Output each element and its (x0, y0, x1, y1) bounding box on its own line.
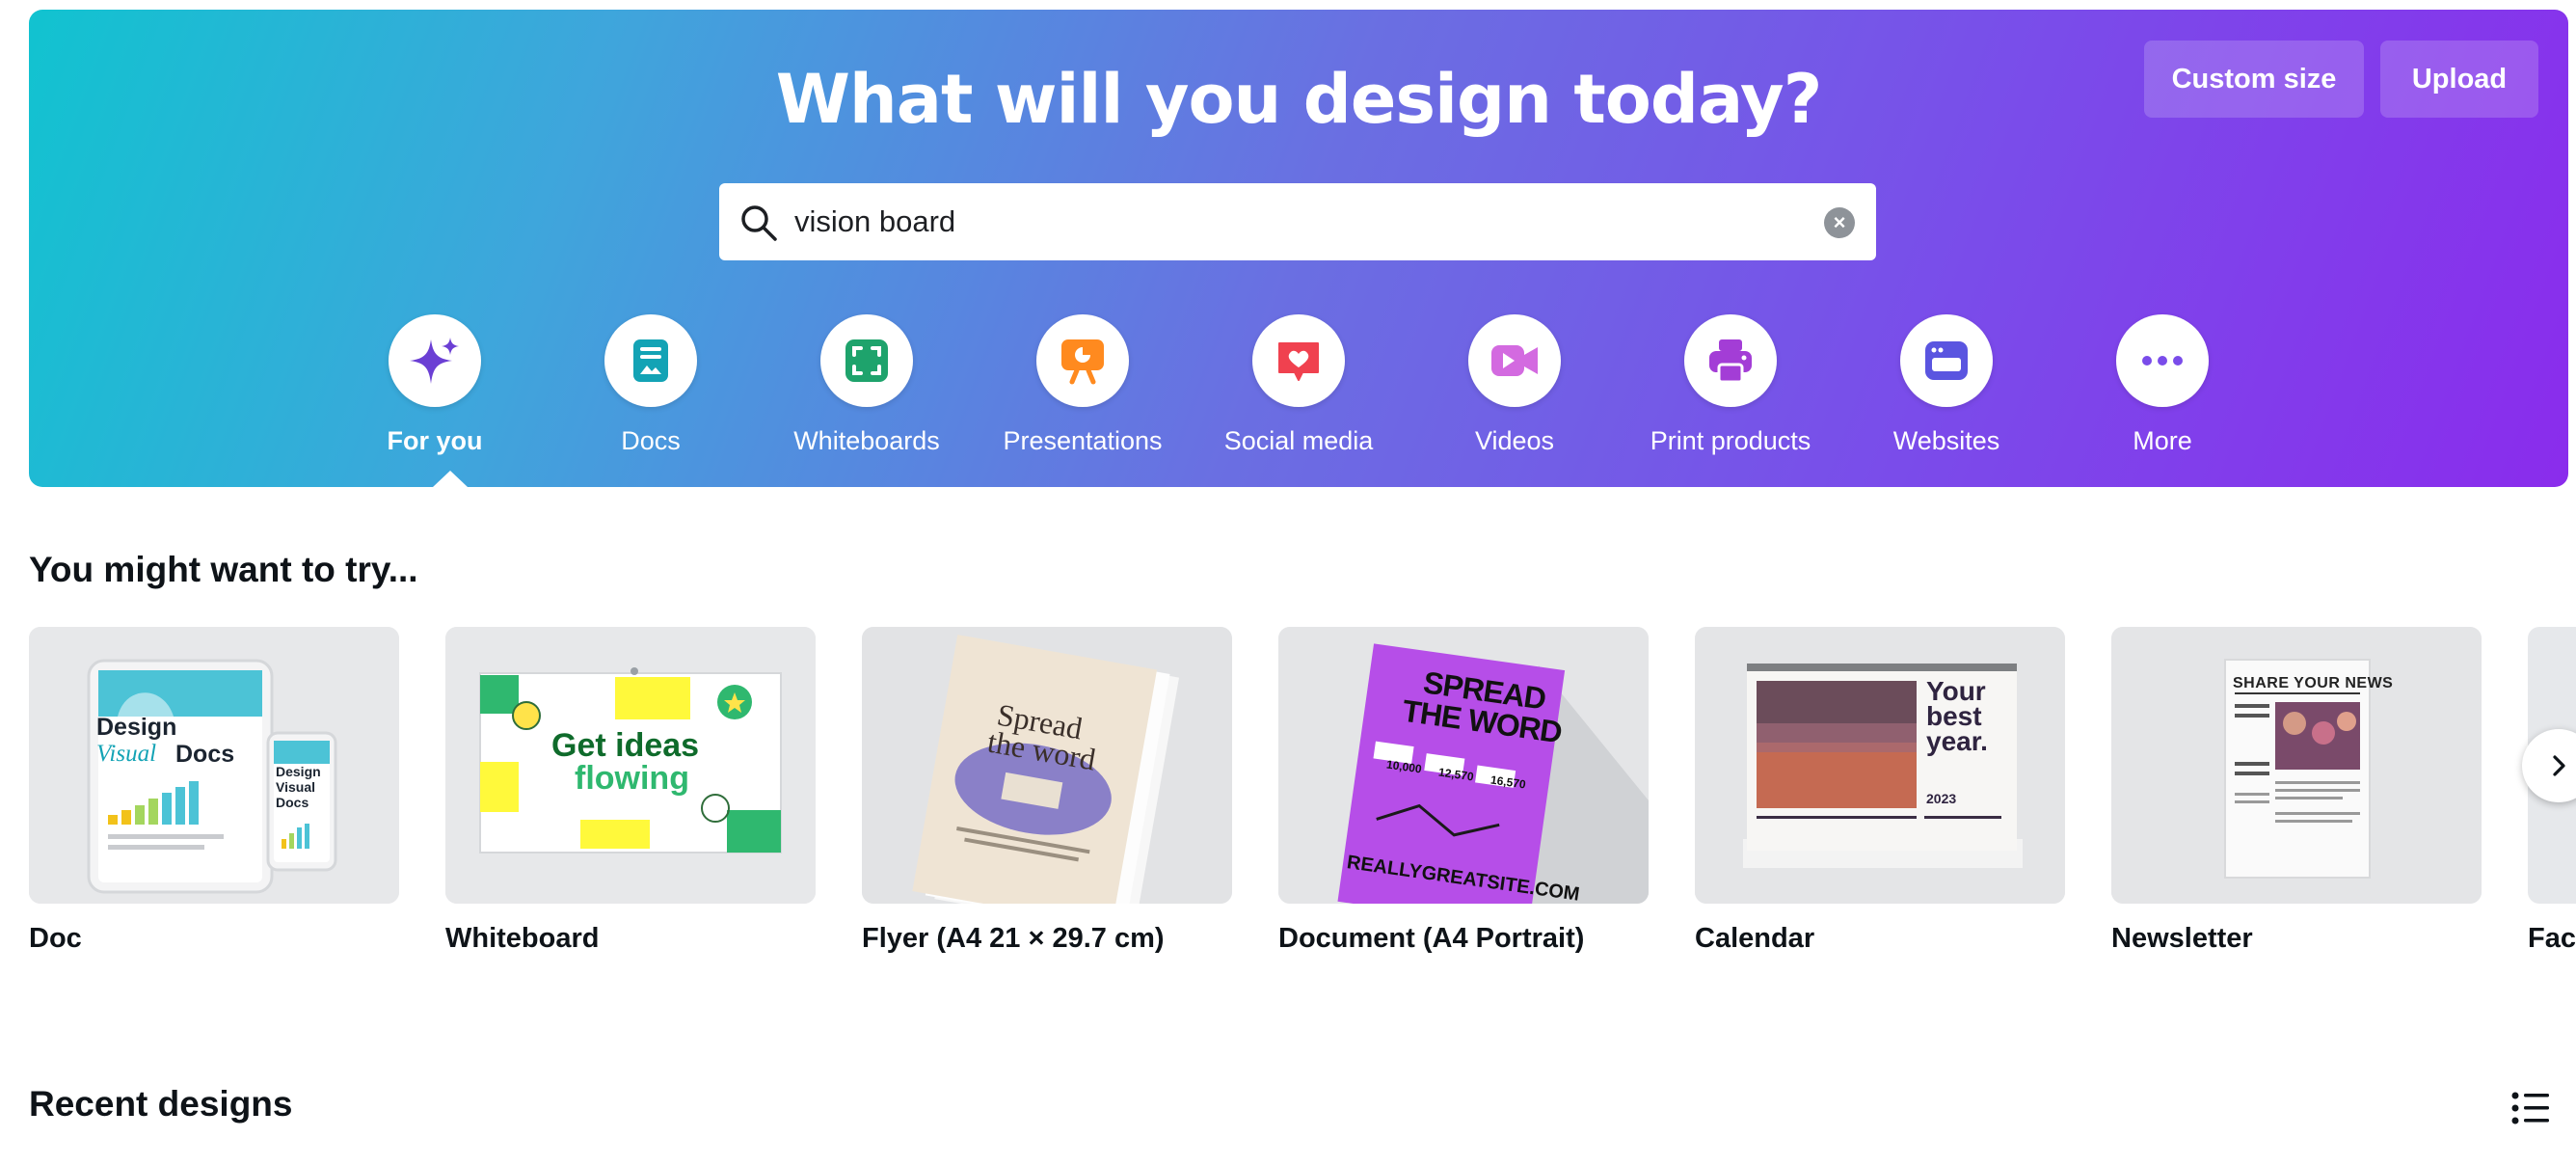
doc-icon (633, 339, 668, 382)
template-thumbnail[interactable]: Spread the word (862, 627, 1232, 904)
category-print-products[interactable]: Print products (1624, 314, 1837, 456)
template-card-newsletter[interactable]: SHARE YOUR NEWS Newsletter (2111, 627, 2482, 955)
template-thumbnail[interactable]: SPREAD THE WORD 10,000 12,570 16,570 REA… (1278, 627, 1649, 904)
try-section-title: You might want to try... (29, 550, 418, 589)
presentation-icon (1061, 339, 1104, 385)
thumb-text: Visual (276, 779, 315, 795)
thumb-text: Docs (175, 741, 235, 768)
category-label: Docs (621, 426, 681, 455)
category-videos[interactable]: Videos (1409, 314, 1621, 456)
template-name[interactable]: Flyer (A4 21 × 29.7 cm) (862, 923, 1232, 955)
template-name[interactable]: Calendar (1695, 923, 2065, 955)
thumb-text: Docs (276, 795, 309, 810)
search-icon (741, 205, 777, 241)
chevron-right-icon (2553, 755, 2565, 776)
clear-search-icon[interactable]: × (1824, 207, 1855, 238)
template-name[interactable]: Document (A4 Portrait) (1278, 923, 1649, 955)
calendar-preview-image (1695, 627, 2065, 904)
thumb-text: Design (276, 764, 321, 779)
category-label: Websites (1892, 426, 2000, 455)
template-thumbnail[interactable]: SHARE YOUR NEWS (2111, 627, 2482, 904)
thumb-text: SHARE YOUR NEWS (2233, 675, 2394, 691)
list-view-icon[interactable] (2510, 1090, 2551, 1126)
category-docs[interactable]: Docs (545, 314, 757, 456)
template-card-flyer[interactable]: Spread the word Flyer (A4 21 × 29.7 cm) (862, 627, 1232, 955)
template-name[interactable]: Fac (2528, 923, 2576, 955)
video-icon (1491, 345, 1538, 376)
search-input[interactable]: vision board (794, 183, 955, 260)
thumb-text: year. (1926, 726, 1988, 756)
hero-banner: What will you design today? Custom size … (29, 10, 2568, 487)
template-name[interactable]: Whiteboard (445, 923, 816, 955)
more-icon (2142, 356, 2183, 366)
template-card-document[interactable]: SPREAD THE WORD 10,000 12,570 16,570 REA… (1278, 627, 1649, 955)
document-preview-image (1278, 627, 1649, 904)
heart-icon (1278, 342, 1319, 381)
template-card-calendar[interactable]: Your best year. 2023 Calendar (1695, 627, 2065, 955)
printer-icon (1709, 339, 1752, 384)
template-name[interactable]: Newsletter (2111, 923, 2482, 955)
thumb-text: Your best year. (1926, 678, 1988, 756)
template-name[interactable]: Doc (29, 923, 399, 955)
upload-button[interactable]: Upload (2380, 41, 2538, 118)
category-nav: For you Docs Whiteboards Presentations S… (29, 314, 2568, 469)
thumb-text: flowing (575, 760, 689, 797)
newsletter-preview-image (2111, 627, 2482, 904)
template-card-doc[interactable]: Design Visual Docs Design Visual Docs Do… (29, 627, 399, 955)
website-icon (1925, 341, 1968, 380)
category-social-media[interactable]: Social media (1193, 314, 1405, 456)
whiteboard-icon (845, 339, 888, 382)
category-label: More (2133, 426, 2192, 455)
category-more[interactable]: More (2056, 314, 2268, 456)
custom-size-button[interactable]: Custom size (2144, 41, 2364, 118)
active-category-indicator (433, 471, 468, 487)
category-websites[interactable]: Websites (1840, 314, 2053, 456)
category-label: For you (387, 426, 483, 455)
thumb-text: Design (96, 714, 177, 741)
category-presentations[interactable]: Presentations (977, 314, 1189, 456)
category-label: Social media (1223, 426, 1374, 455)
thumb-text: Visual (96, 741, 157, 767)
category-for-you[interactable]: For you (329, 314, 541, 456)
template-thumbnail[interactable]: Your best year. 2023 (1695, 627, 2065, 904)
category-label: Whiteboards (793, 426, 940, 455)
category-label: Videos (1474, 426, 1555, 455)
search-bar[interactable]: vision board × (719, 183, 1876, 260)
template-thumbnail[interactable]: Design Visual Docs Design Visual Docs (29, 627, 399, 904)
category-whiteboards[interactable]: Whiteboards (761, 314, 973, 456)
template-card-whiteboard[interactable]: Get ideas flowing Whiteboard (445, 627, 816, 955)
thumb-text: 2023 (1926, 791, 1957, 806)
sparkle-icon (410, 338, 459, 384)
category-label: Presentations (1003, 426, 1163, 455)
recent-section-title: Recent designs (29, 1084, 293, 1124)
category-label: Print products (1650, 426, 1811, 455)
template-thumbnail[interactable]: Get ideas flowing (445, 627, 816, 904)
